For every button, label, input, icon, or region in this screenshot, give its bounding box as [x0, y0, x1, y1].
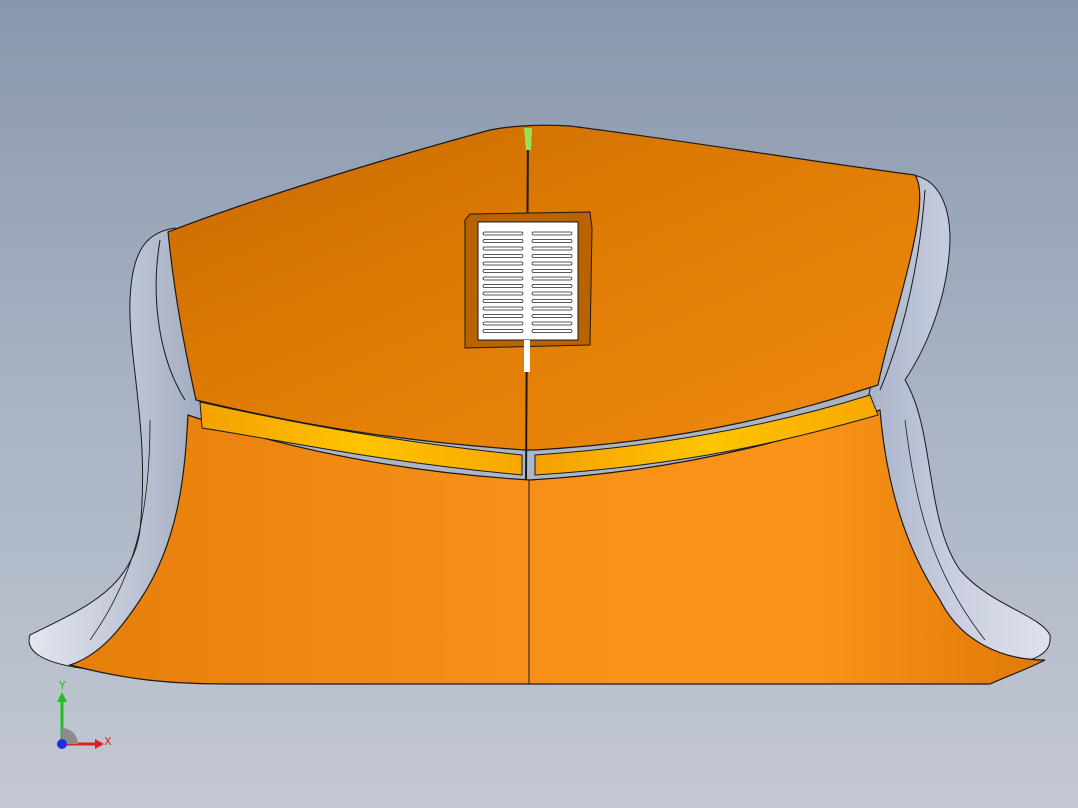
x-axis-label: X [104, 735, 112, 748]
wheel-rib [531, 254, 573, 258]
wheel-rib [482, 284, 524, 288]
wheel-rib [531, 306, 573, 311]
wheel-rib [482, 329, 524, 333]
wheel-rib [531, 291, 573, 296]
wheel-rib [531, 314, 573, 318]
wheel-rib [531, 269, 573, 273]
wheel-rib [531, 231, 573, 236]
wheel-rib [482, 306, 524, 311]
coordinate-triad: Y X [40, 680, 130, 760]
wheel-rib [482, 291, 524, 296]
wheel-rib [531, 284, 573, 288]
wheel-rib [531, 239, 573, 243]
triad-graphic [57, 692, 104, 749]
wheel-rib [531, 321, 573, 326]
wheel-rib [482, 239, 524, 243]
wheel-rib [482, 276, 524, 281]
wheel-rib [482, 261, 524, 266]
wheel-rib [482, 321, 524, 326]
wheel-rib [531, 276, 573, 281]
y-axis-label: Y [59, 679, 66, 692]
wheel-rib [482, 254, 524, 258]
wheel-rib [482, 231, 524, 236]
wheel-rib [482, 299, 524, 303]
wheel-rib [531, 261, 573, 266]
wheel-rib [531, 329, 573, 333]
wheel-rib [482, 314, 524, 318]
graphics-viewport[interactable]: Y X [0, 0, 1078, 808]
wheel-rib [482, 269, 524, 273]
mouse-3d-model[interactable] [0, 0, 1078, 808]
wheel-rib [531, 246, 573, 251]
wheel-rib [531, 299, 573, 303]
wheel-rib [482, 246, 524, 251]
